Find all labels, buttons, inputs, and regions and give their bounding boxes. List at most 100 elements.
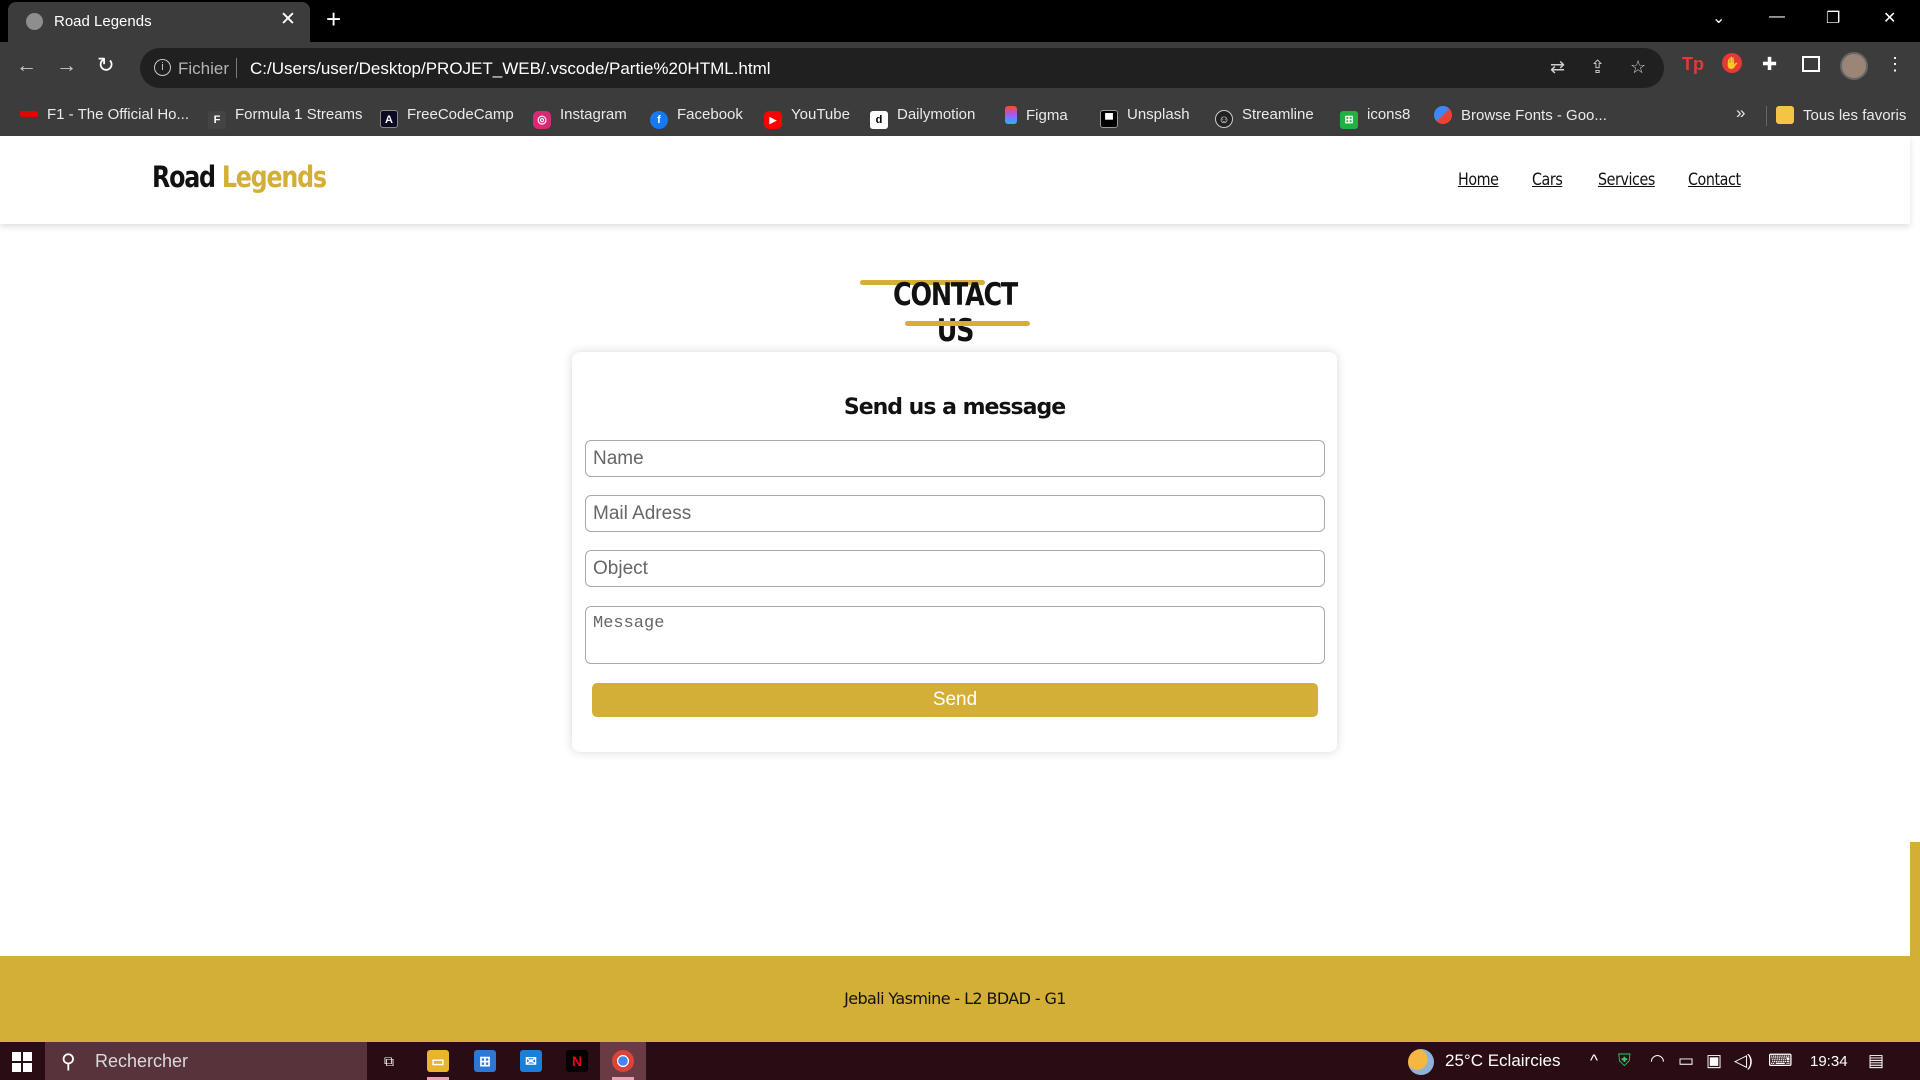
site-logo[interactable]: Road Legends xyxy=(152,160,327,194)
window-close-icon[interactable]: ✕ xyxy=(1883,8,1896,28)
meet-now-icon[interactable]: ▣ xyxy=(1706,1051,1722,1071)
tab-close-icon[interactable]: ✕ xyxy=(280,10,296,29)
keyboard-icon[interactable]: ⌨ xyxy=(1768,1051,1793,1071)
name-input[interactable]: Name xyxy=(585,440,1325,477)
taskbar-search[interactable]: ⚲ Rechercher xyxy=(45,1042,367,1080)
bookmark-label: Facebook xyxy=(677,106,743,123)
forward-icon[interactable]: → xyxy=(56,54,77,78)
security-shield-icon[interactable]: ⛨ xyxy=(1618,1051,1631,1071)
bookmark-youtube[interactable]: ▶ YouTube xyxy=(764,106,850,129)
weather-text[interactable]: 25°C Eclaircies xyxy=(1445,1051,1560,1071)
bookmark-star-icon[interactable]: ☆ xyxy=(1630,57,1646,78)
restore-icon[interactable]: ❐ xyxy=(1826,8,1840,28)
contact-section-title: CONTACT US xyxy=(893,277,1018,349)
bookmark-google-fonts[interactable]: Browse Fonts - Goo... xyxy=(1434,106,1607,124)
battery-icon[interactable]: ▭ xyxy=(1678,1051,1694,1071)
bookmark-label: Browse Fonts - Goo... xyxy=(1461,107,1607,124)
unsplash-icon: ▀ xyxy=(1100,110,1118,128)
bookmark-instagram[interactable]: ◎ Instagram xyxy=(533,106,627,129)
new-tab-button[interactable]: + xyxy=(326,6,341,32)
file-explorer-icon[interactable]: ▭ xyxy=(427,1050,449,1072)
minimize-icon[interactable]: — xyxy=(1769,8,1785,26)
contact-form-card: Send us a message Name Mail Adress Objec… xyxy=(572,352,1337,752)
site-header: Road Legends Home Cars Services Contact xyxy=(0,136,1910,224)
nav-services-link[interactable]: Services xyxy=(1598,170,1655,190)
bookmark-label: Tous les favoris xyxy=(1803,107,1907,124)
netflix-icon[interactable]: N xyxy=(566,1050,588,1072)
url-text[interactable]: C:/Users/user/Desktop/PROJET_WEB/.vscode… xyxy=(250,59,771,79)
nav-cars-link[interactable]: Cars xyxy=(1532,170,1563,190)
share-icon[interactable]: ⇪ xyxy=(1590,57,1605,78)
figma-icon xyxy=(1005,106,1017,124)
bookmark-freecodecamp[interactable]: A FreeCodeCamp xyxy=(380,106,514,128)
send-button[interactable]: Send xyxy=(592,683,1318,717)
tray-overflow-icon[interactable]: ^ xyxy=(1590,1051,1598,1071)
bookmark-streamline[interactable]: ☺ Streamline xyxy=(1215,106,1314,128)
bookmark-dailymotion[interactable]: d Dailymotion xyxy=(870,106,975,129)
url-scheme: Fichier xyxy=(178,59,230,78)
browser-tab[interactable]: Road Legends ✕ xyxy=(8,2,310,42)
browser-menu-icon[interactable]: ⋮ xyxy=(1886,53,1904,75)
site-footer: Jebali Yasmine - L2 BDAD - G1 xyxy=(0,956,1920,1042)
object-input[interactable]: Object xyxy=(585,550,1325,587)
more-bookmarks-icon[interactable]: » xyxy=(1736,103,1745,123)
windows-start-icon[interactable] xyxy=(12,1052,32,1072)
bookmark-label: F1 - The Official Ho... xyxy=(47,106,189,123)
volume-icon[interactable]: ◁) xyxy=(1734,1051,1753,1071)
formula1-streams-icon: F xyxy=(208,111,226,129)
bookmark-label: icons8 xyxy=(1367,106,1411,123)
youtube-icon: ▶ xyxy=(764,111,782,129)
bookmark-figma[interactable]: Figma xyxy=(1005,106,1068,124)
bookmark-f1[interactable]: F1 - The Official Ho... xyxy=(20,106,189,123)
bookmarks-bar: F1 - The Official Ho... F Formula 1 Strea… xyxy=(0,96,1920,136)
logo-legends: Legends xyxy=(221,160,327,194)
bookmark-label: Figma xyxy=(1026,107,1068,124)
wifi-icon[interactable]: ◠ xyxy=(1650,1051,1665,1071)
site-info-icon[interactable]: i xyxy=(154,59,171,76)
instagram-icon: ◎ xyxy=(533,111,551,129)
chrome-icon xyxy=(612,1050,634,1072)
bookmark-label: Streamline xyxy=(1242,106,1314,123)
globe-icon xyxy=(26,13,43,30)
tab-search-chevron-icon[interactable]: ⌄ xyxy=(1712,8,1725,28)
bookmark-formula1-streams[interactable]: F Formula 1 Streams xyxy=(208,106,363,129)
search-icon: ⚲ xyxy=(61,1051,76,1073)
weather-icon[interactable] xyxy=(1408,1049,1434,1075)
notifications-icon[interactable]: ▤ xyxy=(1868,1051,1884,1071)
back-icon[interactable]: ← xyxy=(16,54,37,78)
windows-taskbar: ⚲ Rechercher ⧉ ▭ ⊞ ✉ N 25°C Eclaircies ^… xyxy=(0,1042,1920,1080)
icons8-icon: ⊞ xyxy=(1340,111,1358,129)
nav-contact-link[interactable]: Contact xyxy=(1688,170,1741,190)
mail-icon[interactable]: ✉ xyxy=(520,1050,542,1072)
facebook-icon: f xyxy=(650,111,668,129)
extensions-puzzle-icon[interactable]: ✚ xyxy=(1762,53,1777,75)
folder-icon xyxy=(1776,106,1794,124)
profile-avatar-icon[interactable] xyxy=(1840,52,1868,80)
url-separator xyxy=(236,58,237,78)
google-fonts-icon xyxy=(1434,106,1452,124)
freecodecamp-icon: A xyxy=(380,110,398,128)
clock-time[interactable]: 19:34 xyxy=(1810,1053,1848,1070)
bookmark-unsplash[interactable]: ▀ Unsplash xyxy=(1100,106,1190,128)
side-panel-icon[interactable] xyxy=(1802,56,1820,72)
footer-credit: Jebali Yasmine - L2 BDAD - G1 xyxy=(844,989,1066,1008)
form-title: Send us a message xyxy=(843,395,1066,420)
streamline-icon: ☺ xyxy=(1215,110,1233,128)
reload-icon[interactable]: ↻ xyxy=(97,54,115,78)
tab-title: Road Legends xyxy=(54,13,152,30)
mail-input[interactable]: Mail Adress xyxy=(585,495,1325,532)
translate-icon[interactable]: ⇄ xyxy=(1550,57,1565,78)
tp-extension-icon[interactable]: Tp xyxy=(1682,53,1704,75)
scrollbar-thumb[interactable] xyxy=(1910,842,1920,956)
all-bookmarks-folder[interactable]: Tous les favoris xyxy=(1776,106,1906,124)
nav-home-link[interactable]: Home xyxy=(1458,170,1499,190)
task-view-icon[interactable]: ⧉ xyxy=(378,1050,400,1072)
browser-toolbar: ← → ↻ i Fichier C:/Users/user/Desktop/PR… xyxy=(0,42,1920,96)
title-accent-bottom xyxy=(905,321,1030,326)
message-textarea[interactable]: Message xyxy=(585,606,1325,664)
bookmark-facebook[interactable]: f Facebook xyxy=(650,106,743,129)
bookmark-icons8[interactable]: ⊞ icons8 xyxy=(1340,106,1410,129)
microsoft-store-icon[interactable]: ⊞ xyxy=(474,1050,496,1072)
hand-extension-icon[interactable]: ✋ xyxy=(1722,53,1742,73)
address-bar[interactable]: i Fichier C:/Users/user/Desktop/PROJET_W… xyxy=(140,48,1664,88)
